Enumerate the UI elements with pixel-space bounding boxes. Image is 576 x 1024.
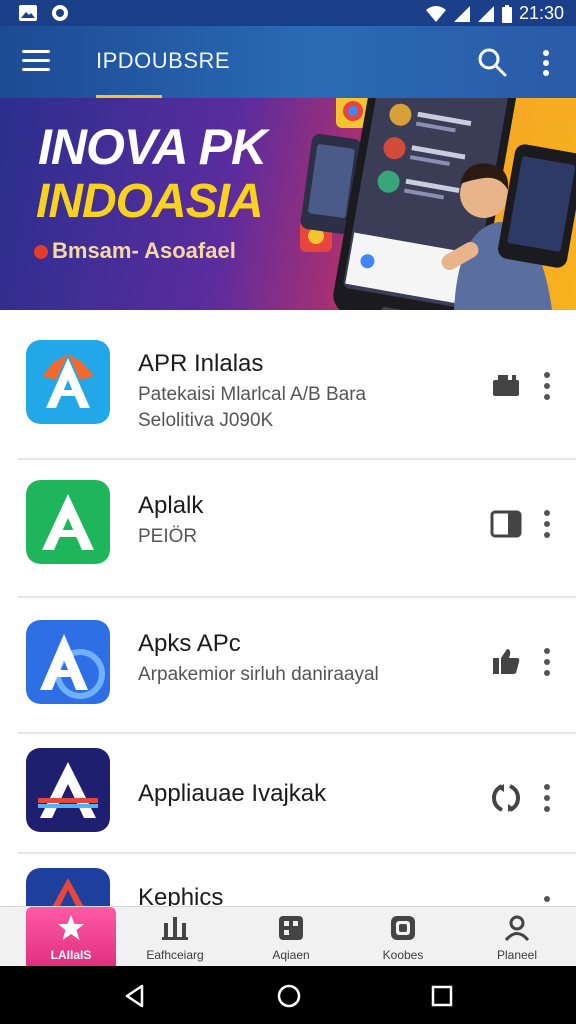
sync-icon[interactable]: [490, 782, 522, 814]
signal-icon: [477, 5, 494, 22]
person-icon: [504, 915, 530, 942]
app-icon: [52, 5, 68, 21]
list-item[interactable]: Aplalk PEIÖR: [0, 460, 576, 596]
app-name: Kephics: [138, 884, 224, 906]
list-item[interactable]: Appliauae Ivajkak: [0, 734, 576, 852]
nav-label: Koobes: [382, 948, 424, 962]
back-icon[interactable]: [122, 983, 148, 1009]
app-description: Arpakemior sirluh daniraayal: [138, 664, 379, 685]
app-a-icon: [26, 748, 110, 832]
app-description: PEIÖR: [138, 526, 198, 547]
nav-label: Aqiaen: [272, 948, 310, 962]
app-name: APR Inlalas: [138, 350, 264, 377]
grid-icon: [279, 916, 303, 940]
status-bar: 21:30: [0, 0, 576, 26]
wifi-icon: [425, 5, 446, 22]
list-item[interactable]: Kephics: [0, 854, 576, 906]
bottom-navigation: LAIIaIS Eafhceiarg Aqiaen Koobes Planeel: [0, 906, 576, 967]
signal-icon: [453, 5, 470, 22]
building-icon: [162, 917, 188, 940]
app-name: Appliauae Ivajkak: [138, 780, 327, 807]
nav-label: LAIIaIS: [50, 948, 92, 962]
nav-item-categories[interactable]: Eafhceiarg: [130, 907, 220, 967]
tablet-icon[interactable]: [490, 508, 522, 540]
more-vert-icon[interactable]: [538, 782, 556, 814]
star-icon: [58, 915, 84, 940]
gallery-icon: [19, 5, 37, 21]
nav-label: Eafhceiarg: [146, 948, 204, 962]
book-icon: [391, 916, 415, 940]
app-description: Patekaisi Mlarlcal A/B Bara Selolitiva J…: [138, 384, 367, 431]
more-vert-icon[interactable]: [538, 894, 556, 906]
app-name: Apks APc: [138, 630, 241, 657]
app-a-icon: [26, 620, 110, 704]
app-a-icon: [26, 868, 110, 906]
more-vert-icon[interactable]: [536, 48, 556, 78]
nav-item-books[interactable]: Koobes: [358, 907, 448, 967]
app-title: IPDOUBSRE: [96, 48, 231, 73]
app-bar: IPDOUBSRE: [0, 26, 576, 98]
app-a-icon: [26, 480, 110, 564]
nav-label: Planeel: [496, 948, 538, 962]
more-vert-icon[interactable]: [538, 646, 556, 678]
search-icon[interactable]: [476, 46, 508, 78]
list-item[interactable]: Apks APc Arpakemior sirluh daniraayal: [0, 598, 576, 732]
thumbs-up-icon[interactable]: [490, 646, 522, 678]
home-icon[interactable]: [276, 983, 302, 1009]
app-name: Aplalk: [138, 492, 204, 519]
more-vert-icon[interactable]: [538, 370, 556, 402]
battery-icon: [501, 4, 512, 23]
system-navigation: [0, 966, 576, 1024]
menu-icon[interactable]: [22, 50, 50, 74]
nav-item-apps[interactable]: Aqiaen: [246, 907, 336, 967]
more-vert-icon[interactable]: [538, 508, 556, 540]
promo-banner[interactable]: INOVA PK INDOASIA Bmsam- Asoafael: [0, 98, 576, 310]
banner-illustration: [300, 98, 576, 310]
recents-icon[interactable]: [430, 984, 454, 1008]
app-a-icon: [26, 340, 110, 424]
status-time: 21:30: [518, 3, 564, 23]
nav-item-profile[interactable]: Planeel: [472, 907, 562, 967]
cast-icon[interactable]: [490, 370, 522, 402]
app-list: APR Inlalas Patekaisi Mlarlcal A/B Bara …: [0, 310, 576, 906]
list-item[interactable]: APR Inlalas Patekaisi Mlarlcal A/B Bara …: [0, 310, 576, 458]
nav-item-home[interactable]: LAIIaIS: [26, 907, 116, 967]
